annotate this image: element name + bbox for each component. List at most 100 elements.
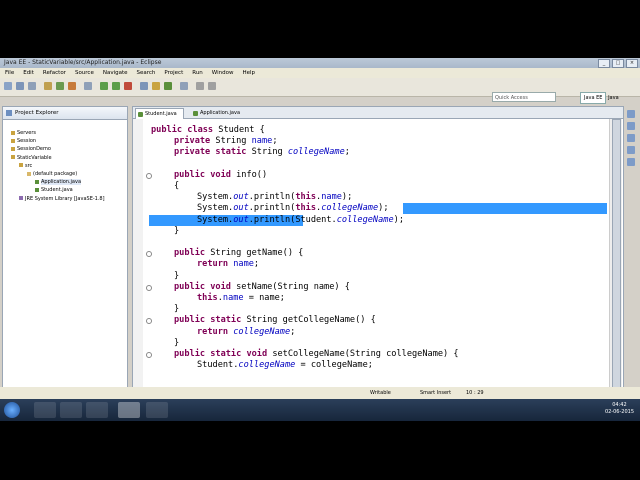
- menu-window[interactable]: Window: [212, 70, 234, 76]
- maximize-button[interactable]: □: [612, 59, 624, 68]
- taskbar-recorder-icon[interactable]: [146, 402, 168, 418]
- code-line[interactable]: }: [174, 304, 179, 315]
- tree-item-sessiondemo[interactable]: SessionDemo: [3, 145, 127, 153]
- code-line[interactable]: {: [174, 181, 179, 192]
- forward-icon[interactable]: [208, 82, 216, 90]
- new-icon[interactable]: [4, 82, 12, 90]
- print-icon[interactable]: [28, 82, 36, 90]
- code-area[interactable]: public class Student {private String nam…: [133, 119, 609, 421]
- menu-navigate[interactable]: Navigate: [103, 70, 128, 76]
- menu-run[interactable]: Run: [192, 70, 203, 76]
- taskbar-explorer-icon[interactable]: [34, 402, 56, 418]
- external-tools-icon[interactable]: [124, 82, 132, 90]
- server-icon[interactable]: [44, 82, 52, 90]
- window-titlebar[interactable]: Java EE - StaticVariable/src/Application…: [0, 58, 640, 68]
- tree-item-src[interactable]: src: [3, 162, 127, 170]
- library-icon: [19, 196, 23, 201]
- tab-application-java[interactable]: Application.java: [191, 108, 246, 118]
- taskbar-chrome-icon[interactable]: [60, 402, 82, 418]
- project-tree: Servers Session SessionDemo StaticVariab…: [3, 129, 127, 203]
- taskbar-clock[interactable]: 04:42 02-06-2015: [605, 402, 634, 416]
- tree-item-jre-library[interactable]: JRE System Library [JavaSE-1.8]: [3, 195, 127, 203]
- code-line[interactable]: public static void setCollegeName(String…: [174, 349, 459, 360]
- open-type-icon[interactable]: [68, 82, 76, 90]
- tree-item-staticvariable[interactable]: StaticVariable: [3, 154, 127, 162]
- code-line[interactable]: public void info(): [174, 170, 267, 181]
- debug-icon[interactable]: [56, 82, 64, 90]
- code-line[interactable]: private String name;: [174, 136, 278, 147]
- scrollbar-thumb[interactable]: [612, 119, 621, 391]
- taskbar-eclipse-icon[interactable]: [118, 402, 140, 418]
- tree-item-student-java[interactable]: Student.java: [3, 186, 127, 194]
- task-list-icon[interactable]: [627, 122, 635, 130]
- editor-tab-bar: Student.java Application.java: [133, 107, 623, 119]
- perspective-java-ee[interactable]: Java EE: [580, 92, 607, 104]
- markers-icon[interactable]: [627, 134, 635, 142]
- editor-scrollbar[interactable]: [609, 119, 622, 421]
- menu-file[interactable]: File: [5, 70, 14, 76]
- save-icon[interactable]: [16, 82, 24, 90]
- code-line[interactable]: public class Student {: [151, 125, 265, 136]
- menu-edit[interactable]: Edit: [23, 70, 34, 76]
- menu-bar: File Edit Refactor Source Navigate Search Proj…: [0, 68, 640, 78]
- search-icon[interactable]: [84, 82, 92, 90]
- fold-toggle-icon[interactable]: [146, 318, 152, 325]
- status-writable: Writable: [370, 390, 391, 396]
- code-line[interactable]: }: [174, 271, 179, 282]
- back-icon[interactable]: [196, 82, 204, 90]
- debug-run-icon[interactable]: [112, 82, 120, 90]
- code-line[interactable]: public static String getCollegeName() {: [174, 315, 376, 326]
- clock-time: 04:42: [612, 402, 627, 408]
- fold-toggle-icon[interactable]: [146, 284, 152, 291]
- java-file-icon: [35, 179, 39, 184]
- code-line[interactable]: System.out.println(Student.collegeName);: [197, 215, 404, 226]
- new-package-icon[interactable]: [152, 82, 160, 90]
- package-icon: [27, 171, 31, 176]
- taskbar-media-icon[interactable]: [86, 402, 108, 418]
- outline-icon[interactable]: [627, 110, 635, 118]
- project-explorer-header[interactable]: Project Explorer: [3, 107, 127, 120]
- new-class-icon[interactable]: [164, 82, 172, 90]
- tree-item-default-package[interactable]: (default package): [3, 170, 127, 178]
- menu-source[interactable]: Source: [75, 70, 94, 76]
- tree-item-application-java[interactable]: Application.java: [3, 178, 127, 186]
- code-line[interactable]: Student.collegeName = collegeName;: [197, 360, 373, 371]
- code-line[interactable]: System.out.println(this.collegeName);: [197, 203, 389, 214]
- start-button[interactable]: [4, 402, 20, 418]
- tree-item-servers[interactable]: Servers: [3, 129, 127, 137]
- console-icon[interactable]: [627, 158, 635, 166]
- project-explorer-title: Project Explorer: [15, 110, 59, 116]
- code-line[interactable]: }: [174, 226, 179, 237]
- run-icon[interactable]: [100, 82, 108, 90]
- code-line[interactable]: System.out.println(this.name);: [197, 192, 352, 203]
- menu-search[interactable]: Search: [137, 70, 156, 76]
- perspective-java[interactable]: Java: [608, 95, 619, 101]
- new-java-project-icon[interactable]: [140, 82, 148, 90]
- code-line[interactable]: return name;: [197, 259, 259, 270]
- status-insert-mode: Smart Insert: [420, 390, 452, 396]
- menu-project[interactable]: Project: [164, 70, 183, 76]
- clock-date: 02-06-2015: [604, 409, 634, 415]
- fold-toggle-icon[interactable]: [146, 172, 152, 179]
- code-line[interactable]: }: [174, 338, 179, 349]
- tab-student-java[interactable]: Student.java: [135, 108, 184, 119]
- selection-highlight: [403, 203, 607, 215]
- code-line[interactable]: private static String collegeName;: [174, 147, 350, 158]
- code-line[interactable]: public String getName() {: [174, 248, 303, 259]
- right-side-toolbar: [625, 106, 638, 226]
- windows-taskbar: 04:42 02-06-2015: [0, 399, 640, 421]
- quick-access-input[interactable]: Quick Access: [492, 92, 556, 102]
- menu-refactor[interactable]: Refactor: [43, 70, 66, 76]
- code-line[interactable]: return collegeName;: [197, 327, 295, 338]
- properties-icon[interactable]: [627, 146, 635, 154]
- close-button[interactable]: ×: [626, 59, 638, 68]
- fold-toggle-icon[interactable]: [146, 352, 152, 358]
- menu-help[interactable]: Help: [242, 70, 255, 76]
- tree-item-session[interactable]: Session: [3, 137, 127, 145]
- source-folder-icon: [19, 163, 23, 168]
- code-line[interactable]: public void setName(String name) {: [174, 282, 350, 293]
- code-line[interactable]: this.name = name;: [197, 293, 285, 304]
- minimize-button[interactable]: _: [598, 59, 610, 68]
- open-task-icon[interactable]: [180, 82, 188, 90]
- fold-toggle-icon[interactable]: [146, 251, 152, 258]
